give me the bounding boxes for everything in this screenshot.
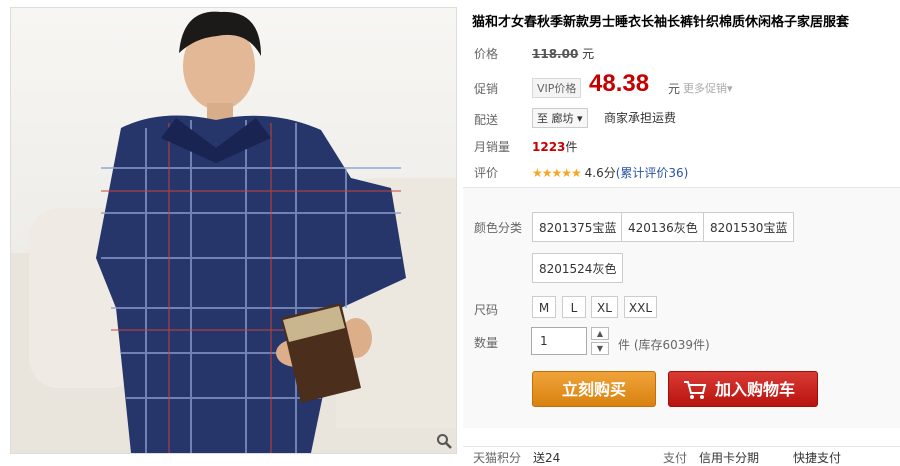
rating-label: 评价 [474,166,499,180]
cart-icon [684,381,707,399]
size-label: 尺码 [474,303,499,317]
promo-price: 48.38 [589,70,650,97]
zoom-icon[interactable] [436,433,452,449]
promo-label: 促销 [474,82,499,96]
original-price: 118.00 [532,47,579,61]
add-to-cart-label: 加入购物车 [715,380,796,399]
product-image[interactable] [10,7,457,454]
add-to-cart-button[interactable]: 加入购物车 [668,371,818,407]
promo-currency: 元 [668,82,681,96]
quantity-label: 数量 [474,336,499,350]
shipping-note: 商家承担运费 [604,111,677,125]
size-option-l[interactable]: L [562,296,586,318]
color-label: 颜色分类 [474,221,523,235]
product-title: 猫和才女春秋季新款男士睡衣长袖长裤针织棉质休闲格子家居服套 [472,15,850,30]
rating-stars-icon: ★★★★★ [532,166,582,180]
price-currency: 元 [582,47,595,61]
footer-row: 天猫积分 送24 支付 信用卡分期 快捷支付 [463,446,900,465]
more-promotions-link[interactable]: 更多促销▾ [683,80,733,96]
shipping-label: 配送 [474,113,499,127]
color-option-420136[interactable]: 420136灰色 [621,212,705,242]
size-option-xxl[interactable]: XXL [624,296,657,318]
monthly-sales-value: 1223 [532,140,566,154]
vip-price-tag: VIP价格 [532,78,582,98]
rating-score: 4.6分 [584,166,616,180]
size-option-xl[interactable]: XL [591,296,618,318]
buy-now-button[interactable]: 立刻购买 [532,371,656,407]
color-option-8201524[interactable]: 8201524灰色 [532,253,624,283]
rating-row: ★★★★★ 4.6分(累计评价36) [532,164,688,181]
size-option-m[interactable]: M [532,296,556,318]
stock-text: 件 (库存6039件) [618,338,710,352]
review-count-link[interactable]: (累计评价36) [616,166,689,180]
original-price-row: 118.00 元 [532,45,594,62]
color-option-8201375[interactable]: 8201375宝蓝 [532,212,624,242]
quantity-input[interactable]: 1 [531,327,587,355]
model-figure [96,11,406,453]
shipping-destination-select[interactable]: 至 廊坊 ▾ [532,108,588,128]
color-option-8201530[interactable]: 8201530宝蓝 [703,212,795,242]
quantity-decrease-button[interactable]: ▼ [591,342,609,355]
quantity-increase-button[interactable]: ▲ [591,327,609,340]
price-label: 价格 [474,47,499,61]
monthly-sales-label: 月销量 [474,140,511,154]
monthly-sales: 1223件 [532,138,577,155]
monthly-sales-unit: 件 [565,140,578,154]
